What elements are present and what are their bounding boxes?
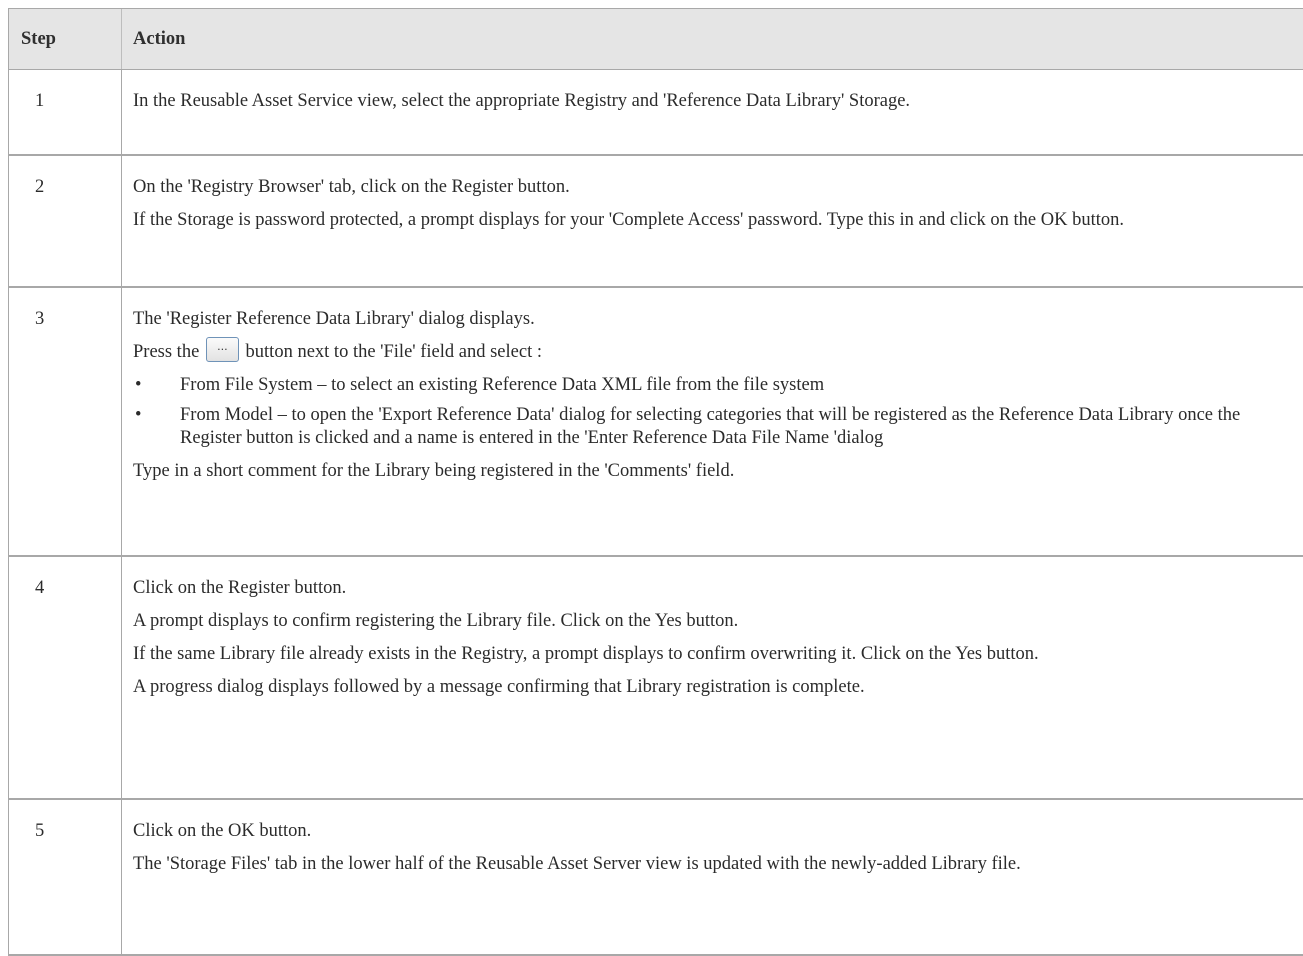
list-item: • From Model – to open the 'Export Refere… <box>133 404 1300 450</box>
action-text: If the same Library file already exists … <box>133 643 1300 666</box>
action-text: The 'Storage Files' tab in the lower hal… <box>133 853 1300 876</box>
bullet-list: • From File System – to select an existin… <box>133 374 1300 450</box>
table-row: 1 In the Reusable Asset Service view, se… <box>9 70 1303 156</box>
step-number: 3 <box>9 287 122 556</box>
browse-button-icon: ... <box>206 337 239 362</box>
step-number: 4 <box>9 556 122 799</box>
action-cell: Click on the Register button. A prompt d… <box>122 556 1303 799</box>
action-text: On the 'Registry Browser' tab, click on … <box>133 176 1300 199</box>
bullet-icon: • <box>135 404 141 427</box>
action-text: If the Storage is password protected, a … <box>133 209 1300 232</box>
press-text-continued: button next to the 'File' field and sele… <box>246 342 542 362</box>
action-cell: In the Reusable Asset Service view, sele… <box>122 70 1303 156</box>
action-text: A progress dialog displays followed by a… <box>133 676 1300 699</box>
table-row: 3 The 'Register Reference Data Library' … <box>9 287 1303 556</box>
action-text: A prompt displays to confirm registering… <box>133 610 1300 633</box>
action-cell: The 'Register Reference Data Library' di… <box>122 287 1303 556</box>
ellipsis-icon: ... <box>207 341 238 353</box>
step-column-header: Step <box>9 9 122 70</box>
action-text: Click on the OK button. <box>133 820 1300 843</box>
step-number: 1 <box>9 70 122 156</box>
action-column-header: Action <box>122 9 1303 70</box>
action-cell: Click on the OK button. The 'Storage Fil… <box>122 799 1303 955</box>
steps-table: Step Action 1 In the Reusable Asset Serv… <box>8 8 1303 956</box>
step-number: 2 <box>9 155 122 287</box>
list-item: • From File System – to select an existin… <box>133 374 1300 397</box>
action-cell: On the 'Registry Browser' tab, click on … <box>122 155 1303 287</box>
action-text: The 'Register Reference Data Library' di… <box>133 308 1300 331</box>
action-text: Click on the Register button. <box>133 577 1300 600</box>
table-row: 5 Click on the OK button. The 'Storage F… <box>9 799 1303 955</box>
action-text: Press the ... button next to the 'File' … <box>133 341 1300 364</box>
action-text: Type in a short comment for the Library … <box>133 460 1300 483</box>
table-row: 4 Click on the Register button. A prompt… <box>9 556 1303 799</box>
action-text: In the Reusable Asset Service view, sele… <box>133 90 1300 113</box>
bullet-icon: • <box>135 374 141 397</box>
step-number: 5 <box>9 799 122 955</box>
press-text: Press the <box>133 342 199 362</box>
header-row: Step Action <box>9 9 1303 70</box>
bullet-text: From Model – to open the 'Export Referen… <box>180 405 1240 448</box>
bullet-text: From File System – to select an existing… <box>180 375 824 395</box>
table-row: 2 On the 'Registry Browser' tab, click o… <box>9 155 1303 287</box>
